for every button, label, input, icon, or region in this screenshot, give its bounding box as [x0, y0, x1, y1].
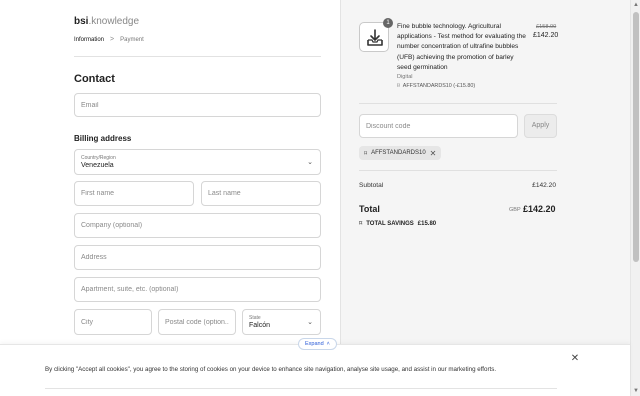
close-icon[interactable]: ✕: [569, 353, 581, 365]
total-savings: ⌑ TOTAL SAVINGS £15.80: [359, 220, 437, 228]
product-discount-text: AFFSTANDARDS10 (-£15.80): [402, 83, 476, 89]
postal-code-field[interactable]: [159, 310, 235, 334]
breadcrumb-information[interactable]: Information: [74, 37, 104, 43]
state-select-label: State: [249, 315, 261, 321]
total-label: Total: [359, 204, 380, 214]
summary-divider: [359, 103, 557, 104]
breadcrumb: Information > Payment: [74, 36, 144, 43]
billing-address-heading: Billing address: [74, 134, 132, 143]
scroll-up-arrow-icon[interactable]: ▲: [631, 0, 640, 10]
first-name-field-wrapper: [74, 181, 194, 206]
chevron-right-icon: >: [110, 36, 115, 43]
total-currency: GBP: [509, 207, 521, 213]
discount-code-input[interactable]: [360, 115, 517, 137]
applied-discount-tag: ⌑ AFFSTANDARDS10 ✕: [359, 146, 442, 160]
total-savings-value: £15.80: [417, 220, 437, 227]
expand-label: Expand: [305, 341, 324, 347]
download-tray-icon: [367, 29, 383, 46]
product-type: Digital: [397, 74, 413, 80]
company-field[interactable]: [75, 214, 320, 237]
total-savings-label: TOTAL SAVINGS: [366, 220, 414, 227]
product-price: £142.20: [533, 32, 559, 39]
city-field[interactable]: [75, 310, 151, 334]
state-select-value: Falcón: [249, 322, 271, 329]
brand-logo[interactable]: bsi.knowledge: [74, 16, 139, 27]
product-title: Fine bubble technology. Agricultural app…: [397, 23, 526, 71]
cookie-banner-text: By clicking "Accept all cookies", you ag…: [45, 366, 497, 373]
country-select-value: Venezuela: [81, 162, 114, 169]
chevron-down-icon: ⌄: [307, 319, 313, 326]
tag-icon: ⌑: [359, 221, 363, 227]
country-select[interactable]: Country/Region Venezuela ⌄: [74, 149, 321, 175]
product-original-price: £158.00: [536, 24, 557, 30]
scrollbar-thumb[interactable]: [633, 12, 639, 262]
summary-divider: [359, 170, 557, 171]
first-name-field[interactable]: [75, 182, 193, 205]
total-value: £142.20: [523, 204, 556, 214]
chevron-down-icon: ⌄: [307, 159, 313, 166]
brand-logo-rest: .knowledge: [88, 16, 140, 27]
address-field[interactable]: [75, 246, 320, 269]
apartment-field[interactable]: [75, 278, 320, 301]
cookie-banner: By clicking "Accept all cookies", you ag…: [0, 344, 630, 396]
discount-code-wrapper: [359, 114, 518, 138]
last-name-field-wrapper: [201, 181, 321, 206]
product-discount: ⌑ AFFSTANDARDS10 (-£15.80): [397, 83, 475, 89]
contact-heading: Contact: [74, 73, 115, 85]
last-name-field[interactable]: [202, 182, 320, 205]
applied-discount-code: AFFSTANDARDS10: [371, 150, 426, 156]
tag-icon: ⌑: [364, 150, 368, 157]
breadcrumb-payment: Payment: [120, 36, 144, 43]
header-divider: [74, 56, 321, 57]
cookie-banner-divider: [45, 388, 557, 389]
subtotal-label: Subtotal: [359, 182, 384, 189]
state-select[interactable]: State Falcón ⌄: [242, 309, 321, 335]
postal-code-field-wrapper: [158, 309, 236, 335]
tag-icon: ⌑: [397, 83, 400, 89]
apply-discount-button[interactable]: Apply: [524, 114, 557, 138]
scroll-down-arrow-icon[interactable]: ▼: [631, 386, 640, 396]
subtotal-value: £142.20: [532, 182, 556, 189]
chevron-up-icon: ˄: [326, 341, 330, 347]
brand-logo-bold: bsi: [74, 16, 89, 27]
quantity-badge: 1: [383, 18, 393, 28]
address-field-wrapper: [74, 245, 321, 270]
expand-button[interactable]: Expand ˄: [298, 338, 337, 350]
email-field-wrapper: [74, 93, 321, 117]
page-scrollbar[interactable]: ▲ ▼: [630, 0, 640, 396]
apartment-field-wrapper: [74, 277, 321, 302]
company-field-wrapper: [74, 213, 321, 238]
order-summary-pane: 1 Fine bubble technology. Agricultural a…: [340, 0, 630, 396]
country-select-label: Country/Region: [81, 155, 116, 161]
city-field-wrapper: [74, 309, 152, 335]
checkout-form-pane: bsi.knowledge Information > Payment Cont…: [0, 0, 340, 396]
email-field[interactable]: [75, 94, 320, 116]
remove-discount-icon[interactable]: ✕: [430, 149, 437, 158]
